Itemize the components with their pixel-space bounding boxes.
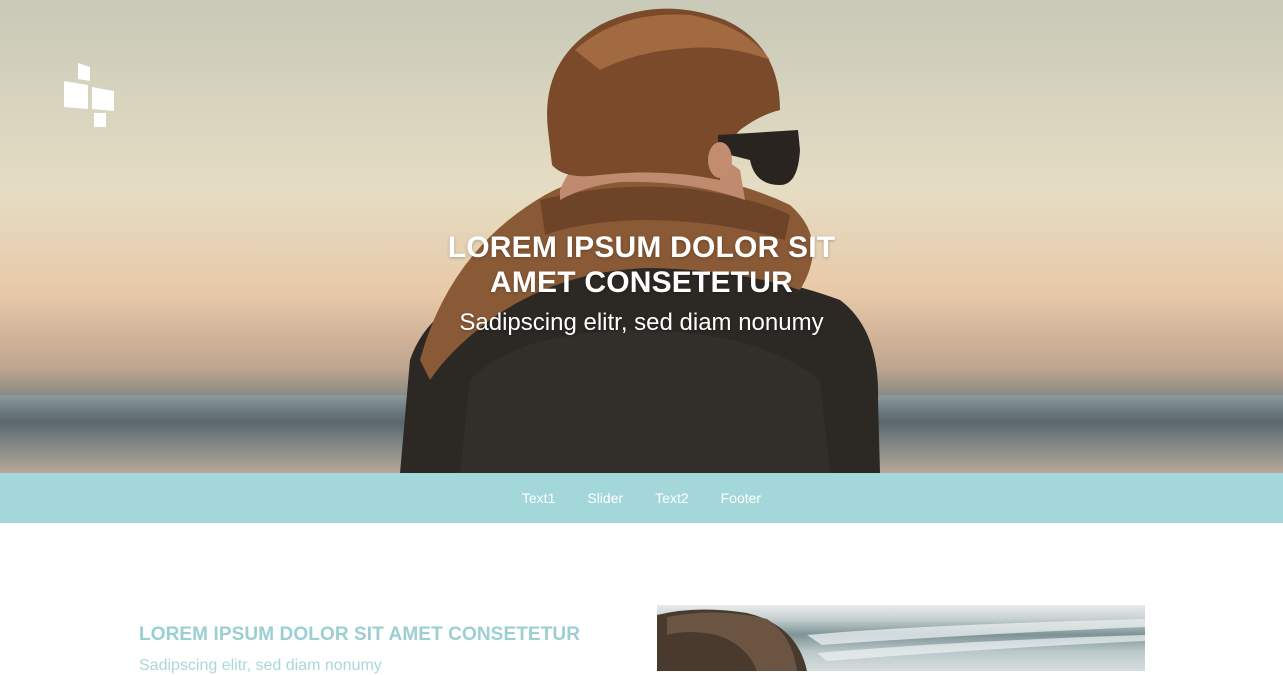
coastline-image — [657, 605, 1145, 671]
brand-logo-icon[interactable] — [64, 63, 116, 127]
hero-title: LOREM IPSUM DOLOR SIT AMET CONSETETUR — [447, 231, 836, 299]
content-heading: LOREM IPSUM DOLOR SIT AMET CONSETETUR — [139, 624, 581, 645]
nav-item-text2[interactable]: Text2 — [655, 490, 688, 506]
content-subheading: Sadipscing elitr, sed diam nonumy — [139, 657, 382, 674]
hero-subtitle: Sadipscing elitr, sed diam nonumy — [459, 309, 824, 336]
hero-banner: LOREM IPSUM DOLOR SIT AMET CONSETETUR Sa… — [0, 0, 1283, 473]
coastline-photo — [657, 609, 1145, 671]
main-navigation: Text1 Slider Text2 Footer — [0, 473, 1283, 523]
nav-item-footer[interactable]: Footer — [721, 490, 761, 506]
hero-text-block: LOREM IPSUM DOLOR SIT AMET CONSETETUR Sa… — [0, 230, 1283, 338]
nav-item-text1[interactable]: Text1 — [522, 490, 555, 506]
nav-item-slider[interactable]: Slider — [587, 490, 623, 506]
